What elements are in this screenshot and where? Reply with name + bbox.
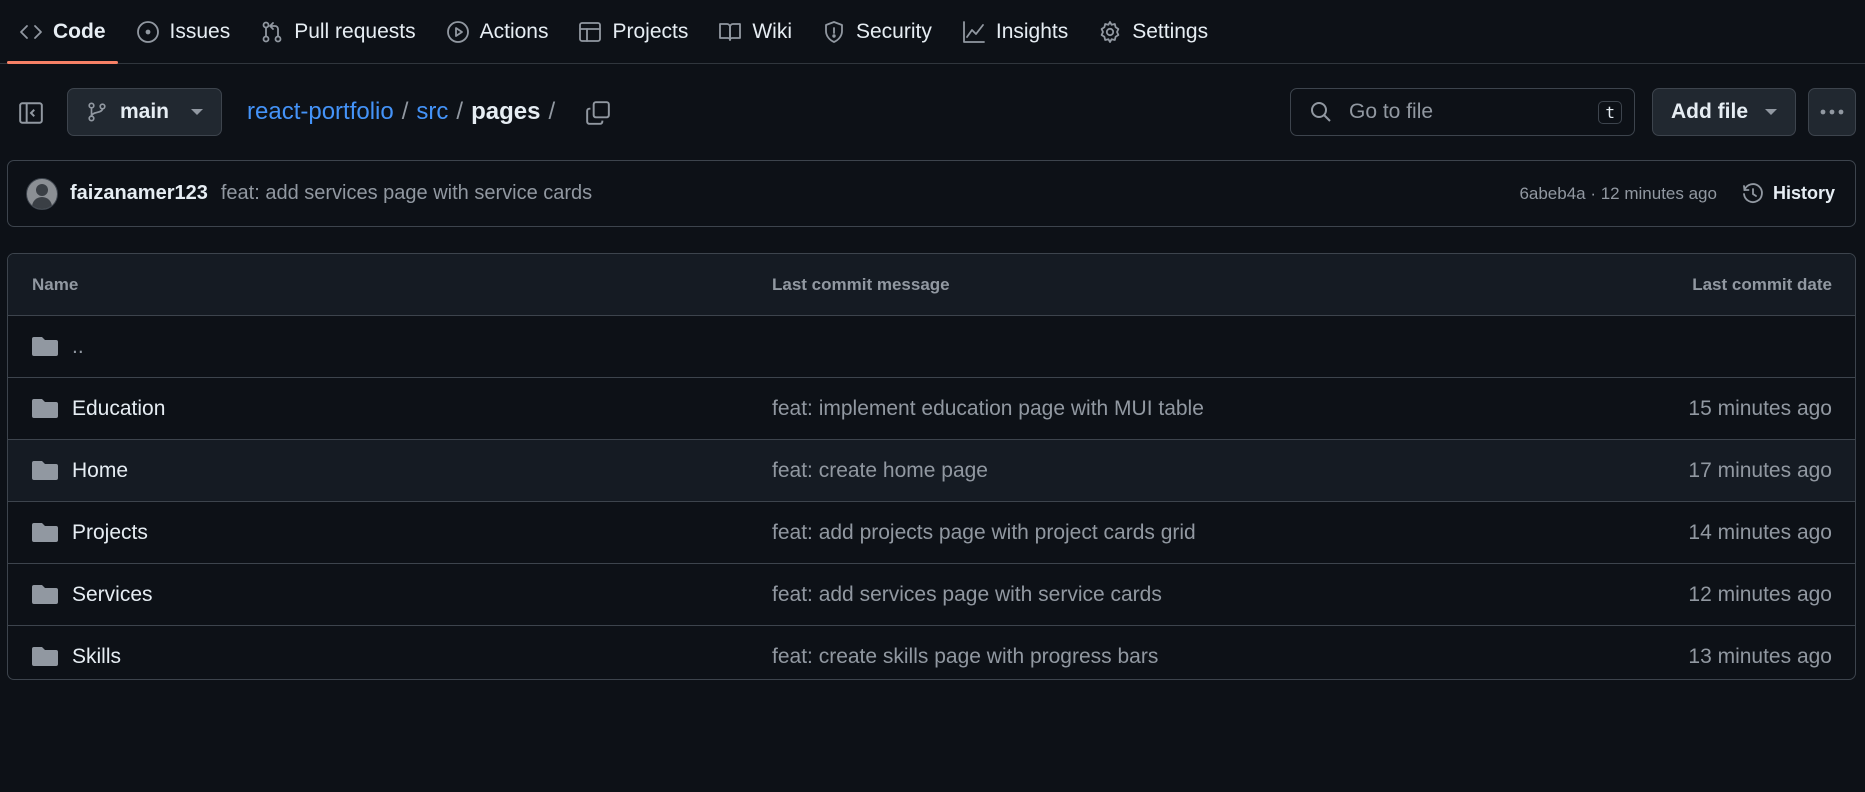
table-row[interactable]: Projects feat: add projects page with pr… [8,502,1855,564]
breadcrumb-separator: / [548,98,556,125]
copy-icon [586,101,610,125]
breadcrumb: react-portfolio / src / pages / [247,98,555,126]
chevron-down-icon [191,109,203,115]
kebab-horizontal-icon [1820,109,1844,115]
shield-icon [825,21,843,43]
tab-label: Wiki [752,20,792,43]
tab-label: Actions [479,20,549,43]
tab-code[interactable]: Code [7,1,118,64]
tab-actions[interactable]: Actions [434,1,561,63]
history-label: History [1772,183,1835,203]
sidebar-toggle-button[interactable] [14,98,48,128]
gear-icon [1100,21,1120,43]
table-row[interactable]: Home feat: create home page 17 minutes a… [8,440,1855,502]
column-header-date: Last commit date [1692,274,1832,294]
tab-label: Projects [612,20,689,43]
table-row-parent-dir[interactable]: .. [8,316,1855,378]
folder-icon [32,459,58,481]
commit-message-link[interactable]: feat: add services page with service car… [772,583,1162,607]
folder-icon [32,583,58,605]
file-name-link[interactable]: Projects [72,521,148,545]
tab-issues[interactable]: Issues [124,1,243,63]
go-to-file-input[interactable] [1347,99,1599,125]
tab-security[interactable]: Security [810,1,944,63]
issue-icon [136,21,159,43]
tab-label: Pull requests [294,20,416,43]
breadcrumb-repo-link[interactable]: react-portfolio [247,98,394,126]
folder-icon [32,397,58,419]
play-icon [446,21,469,43]
table-row[interactable]: Skills feat: create skills page with pro… [8,626,1855,679]
code-icon [20,25,42,39]
history-icon [1743,182,1763,203]
add-file-label: Add file [1671,100,1748,123]
commit-date: 17 minutes ago [1688,458,1832,482]
tab-projects[interactable]: Projects [566,1,700,63]
search-icon [1311,102,1331,122]
breadcrumb-separator: / [401,98,409,125]
breadcrumb-current: pages [471,98,541,125]
file-name-link[interactable]: Home [72,459,128,483]
graph-icon [962,21,985,43]
column-header-message: Last commit message [772,274,950,294]
tab-label: Security [856,20,932,43]
breadcrumb-src-link[interactable]: src [416,98,448,126]
commit-message-link[interactable]: feat: implement education page with MUI … [772,397,1204,421]
file-name-link[interactable]: Skills [72,645,121,669]
commit-date: 13 minutes ago [1688,644,1832,668]
chevron-down-icon [1765,109,1777,115]
file-name-link[interactable]: Services [72,583,153,607]
tab-label: Insights [995,20,1069,43]
copy-path-button[interactable] [585,100,611,126]
column-header-name: Name [32,274,79,294]
tab-wiki[interactable]: Wiki [706,1,804,63]
commit-message-link[interactable]: feat: add projects page with project car… [772,521,1196,545]
latest-commit-bar: faizanamer123 feat: add services page wi… [7,160,1856,227]
tab-label: Code [53,20,106,43]
tab-label: Issues [169,20,231,43]
tab-settings[interactable]: Settings [1086,1,1220,63]
pull-request-icon [262,21,282,43]
breadcrumb-separator: / [456,98,464,125]
tab-pull-requests[interactable]: Pull requests [248,1,427,63]
branch-name: main [120,100,170,123]
branch-selector[interactable]: main [67,88,222,136]
keyboard-shortcut-hint: t [1598,100,1622,124]
commit-message-link[interactable]: feat: create skills page with progress b… [772,645,1158,669]
tab-label: Settings [1132,20,1209,43]
file-name-link[interactable]: .. [72,335,84,359]
avatar[interactable] [26,177,58,210]
table-header: Name Last commit message Last commit dat… [8,254,1855,316]
add-file-button[interactable]: Add file [1652,88,1796,136]
commit-date: 15 minutes ago [1688,396,1832,420]
folder-icon [32,521,58,543]
commit-message[interactable]: feat: add services page with service car… [221,182,592,205]
commit-message-link[interactable]: feat: create home page [772,459,988,483]
table-row[interactable]: Services feat: add services page with se… [8,564,1855,626]
table-row[interactable]: Education feat: implement education page… [8,378,1855,440]
commit-date: 12 minutes ago [1688,582,1832,606]
git-branch-icon [88,102,106,122]
book-icon [719,23,742,41]
commit-hash-time[interactable]: 6abeb4a · 12 minutes ago [1519,184,1717,204]
file-toolbar: main react-portfolio / src / pages / t A… [0,88,1865,138]
folder-icon [32,335,58,357]
sidebar-collapse-icon [19,102,43,124]
commit-date: 14 minutes ago [1688,520,1832,544]
go-to-file-search[interactable]: t [1290,88,1635,136]
repo-nav: Code Issues Pull requests Actions Projec… [0,0,1865,64]
file-name-link[interactable]: Education [72,397,165,421]
tab-insights[interactable]: Insights [950,1,1080,63]
more-options-button[interactable] [1808,88,1856,136]
file-table: Name Last commit message Last commit dat… [7,253,1856,680]
folder-icon [32,645,58,667]
history-button[interactable]: History [1741,182,1835,206]
commit-author[interactable]: faizanamer123 [70,182,208,205]
table-icon [579,22,602,42]
